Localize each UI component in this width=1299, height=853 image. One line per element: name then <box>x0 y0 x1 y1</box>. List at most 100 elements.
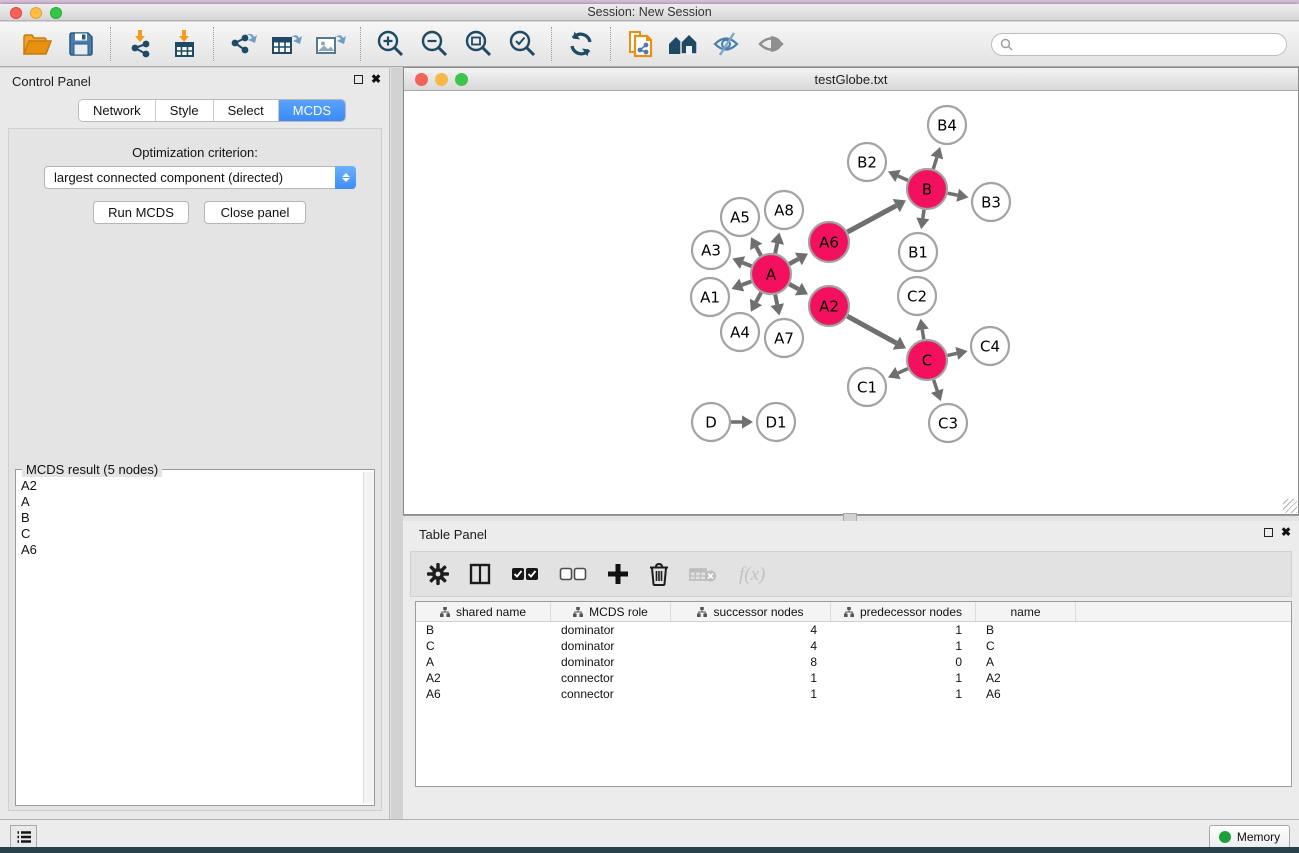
edge-A-A8[interactable] <box>775 243 777 253</box>
cell-shared-name[interactable]: B <box>416 622 551 638</box>
table-row[interactable]: A2connector11A2 <box>416 670 1291 686</box>
edge-A-A1[interactable] <box>742 281 752 285</box>
column-header-mcds-role[interactable]: MCDS role <box>551 602 671 621</box>
edge-C-C1[interactable] <box>898 369 908 373</box>
edge-C-C4[interactable] <box>947 353 956 355</box>
column-header-successor-nodes[interactable]: successor nodes <box>671 602 831 621</box>
edge-B-B4[interactable] <box>933 157 937 169</box>
mcds-result-item[interactable]: A2 <box>21 478 362 494</box>
network-canvas[interactable]: B4B2BB3A8A5A6A3B1AA1C2A2A4A7C4CC1C3DD1 <box>404 91 1298 514</box>
cell-mcds-role[interactable]: connector <box>551 670 671 686</box>
edge-B-B2[interactable] <box>898 176 908 180</box>
window-titlebar[interactable]: Session: New Session <box>0 4 1299 21</box>
cell-successor-nodes[interactable]: 1 <box>671 670 831 686</box>
cell-name[interactable]: A <box>976 654 1076 670</box>
first-neighbors-icon[interactable] <box>665 26 703 62</box>
network-close-button[interactable] <box>415 73 428 86</box>
delete-table-icon[interactable] <box>689 565 717 583</box>
edge-A-A5[interactable] <box>756 247 761 256</box>
edge-A-A6[interactable] <box>789 259 798 264</box>
edge-A-A3[interactable] <box>743 263 752 267</box>
search-input[interactable] <box>1018 37 1278 51</box>
memory-button[interactable]: Memory <box>1209 825 1290 849</box>
column-header-name[interactable]: name <box>976 602 1076 621</box>
edge-C-C3[interactable] <box>934 380 938 391</box>
edge-A-A4[interactable] <box>756 293 761 302</box>
table-row[interactable]: Adominator80A <box>416 654 1291 670</box>
cell-name[interactable]: A6 <box>976 686 1076 702</box>
zoom-selected-icon[interactable] <box>503 26 541 62</box>
cell-predecessor-nodes[interactable]: 1 <box>831 686 976 702</box>
search-box[interactable] <box>991 33 1287 56</box>
minimize-window-button[interactable] <box>30 7 42 19</box>
column-header-shared-name[interactable]: shared name <box>416 602 551 621</box>
tab-style[interactable]: Style <box>156 100 214 121</box>
clone-network-icon[interactable] <box>621 26 659 62</box>
edge-A6-B[interactable] <box>847 206 896 232</box>
cell-name[interactable]: B <box>976 622 1076 638</box>
cell-name[interactable]: A2 <box>976 670 1076 686</box>
cell-successor-nodes[interactable]: 1 <box>671 686 831 702</box>
cell-predecessor-nodes[interactable]: 1 <box>831 638 976 654</box>
table-float-panel-icon[interactable] <box>1264 528 1273 537</box>
function-builder-icon[interactable]: f(x) <box>737 562 775 586</box>
zoom-fit-icon[interactable] <box>459 26 497 62</box>
table-row[interactable]: A6connector11A6 <box>416 686 1291 702</box>
export-table-icon[interactable] <box>268 26 306 62</box>
cell-successor-nodes[interactable]: 4 <box>671 622 831 638</box>
export-image-icon[interactable] <box>312 26 350 62</box>
save-session-icon[interactable] <box>62 26 100 62</box>
cell-successor-nodes[interactable]: 4 <box>671 638 831 654</box>
optimization-criterion-select[interactable]: largest connected component (directed) <box>44 166 356 189</box>
mcds-result-item[interactable]: C <box>21 526 362 542</box>
network-minimize-button[interactable] <box>435 73 448 86</box>
tab-mcds[interactable]: MCDS <box>279 100 345 121</box>
network-window-titlebar[interactable]: testGlobe.txt <box>404 68 1298 91</box>
edge-A2-C[interactable] <box>847 316 896 343</box>
close-window-button[interactable] <box>10 7 22 19</box>
node-table[interactable]: shared nameMCDS rolesuccessor nodesprede… <box>415 601 1292 787</box>
network-zoom-button[interactable] <box>455 73 468 86</box>
run-mcds-button[interactable]: Run MCDS <box>93 201 189 224</box>
cell-predecessor-nodes[interactable]: 0 <box>831 654 976 670</box>
deselect-all-rows-icon[interactable] <box>559 567 587 581</box>
delete-column-icon[interactable] <box>649 562 669 586</box>
cell-mcds-role[interactable]: connector <box>551 686 671 702</box>
table-row[interactable]: Cdominator41C <box>416 638 1291 654</box>
import-table-icon[interactable] <box>165 26 203 62</box>
cell-shared-name[interactable]: C <box>416 638 551 654</box>
edge-A-A7[interactable] <box>775 295 777 305</box>
cell-mcds-role[interactable]: dominator <box>551 638 671 654</box>
table-settings-icon[interactable] <box>427 563 449 585</box>
close-panel-button[interactable]: Close panel <box>204 201 306 224</box>
edge-B-B3[interactable] <box>948 193 958 195</box>
edge-B-B1[interactable] <box>923 210 924 219</box>
import-network-icon[interactable] <box>121 26 159 62</box>
mcds-result-list[interactable]: A2ABCA6 <box>16 474 362 805</box>
mcds-result-item[interactable]: A <box>21 494 362 510</box>
zoom-in-icon[interactable] <box>371 26 409 62</box>
select-all-rows-icon[interactable] <box>511 567 539 581</box>
cell-mcds-role[interactable]: dominator <box>551 622 671 638</box>
open-file-icon[interactable] <box>18 26 56 62</box>
edge-A-A2[interactable] <box>789 284 798 289</box>
refresh-icon[interactable] <box>562 26 600 62</box>
column-manager-icon[interactable] <box>469 563 491 585</box>
tab-select[interactable]: Select <box>214 100 279 121</box>
mcds-result-item[interactable]: B <box>21 510 362 526</box>
zoom-out-icon[interactable] <box>415 26 453 62</box>
edge-C-C2[interactable] <box>922 330 924 340</box>
mcds-result-scrollbar[interactable] <box>363 472 374 803</box>
column-header-predecessor-nodes[interactable]: predecessor nodes <box>831 602 976 621</box>
cell-shared-name[interactable]: A6 <box>416 686 551 702</box>
task-history-button[interactable] <box>10 825 37 849</box>
tab-network[interactable]: Network <box>79 100 156 121</box>
show-all-icon[interactable] <box>753 26 791 62</box>
cell-predecessor-nodes[interactable]: 1 <box>831 670 976 686</box>
export-network-icon[interactable] <box>224 26 262 62</box>
table-row[interactable]: Bdominator41B <box>416 622 1291 638</box>
network-resize-grip[interactable] <box>1283 499 1297 513</box>
mcds-result-item[interactable]: A6 <box>21 542 362 558</box>
cell-mcds-role[interactable]: dominator <box>551 654 671 670</box>
zoom-window-button[interactable] <box>50 7 62 19</box>
